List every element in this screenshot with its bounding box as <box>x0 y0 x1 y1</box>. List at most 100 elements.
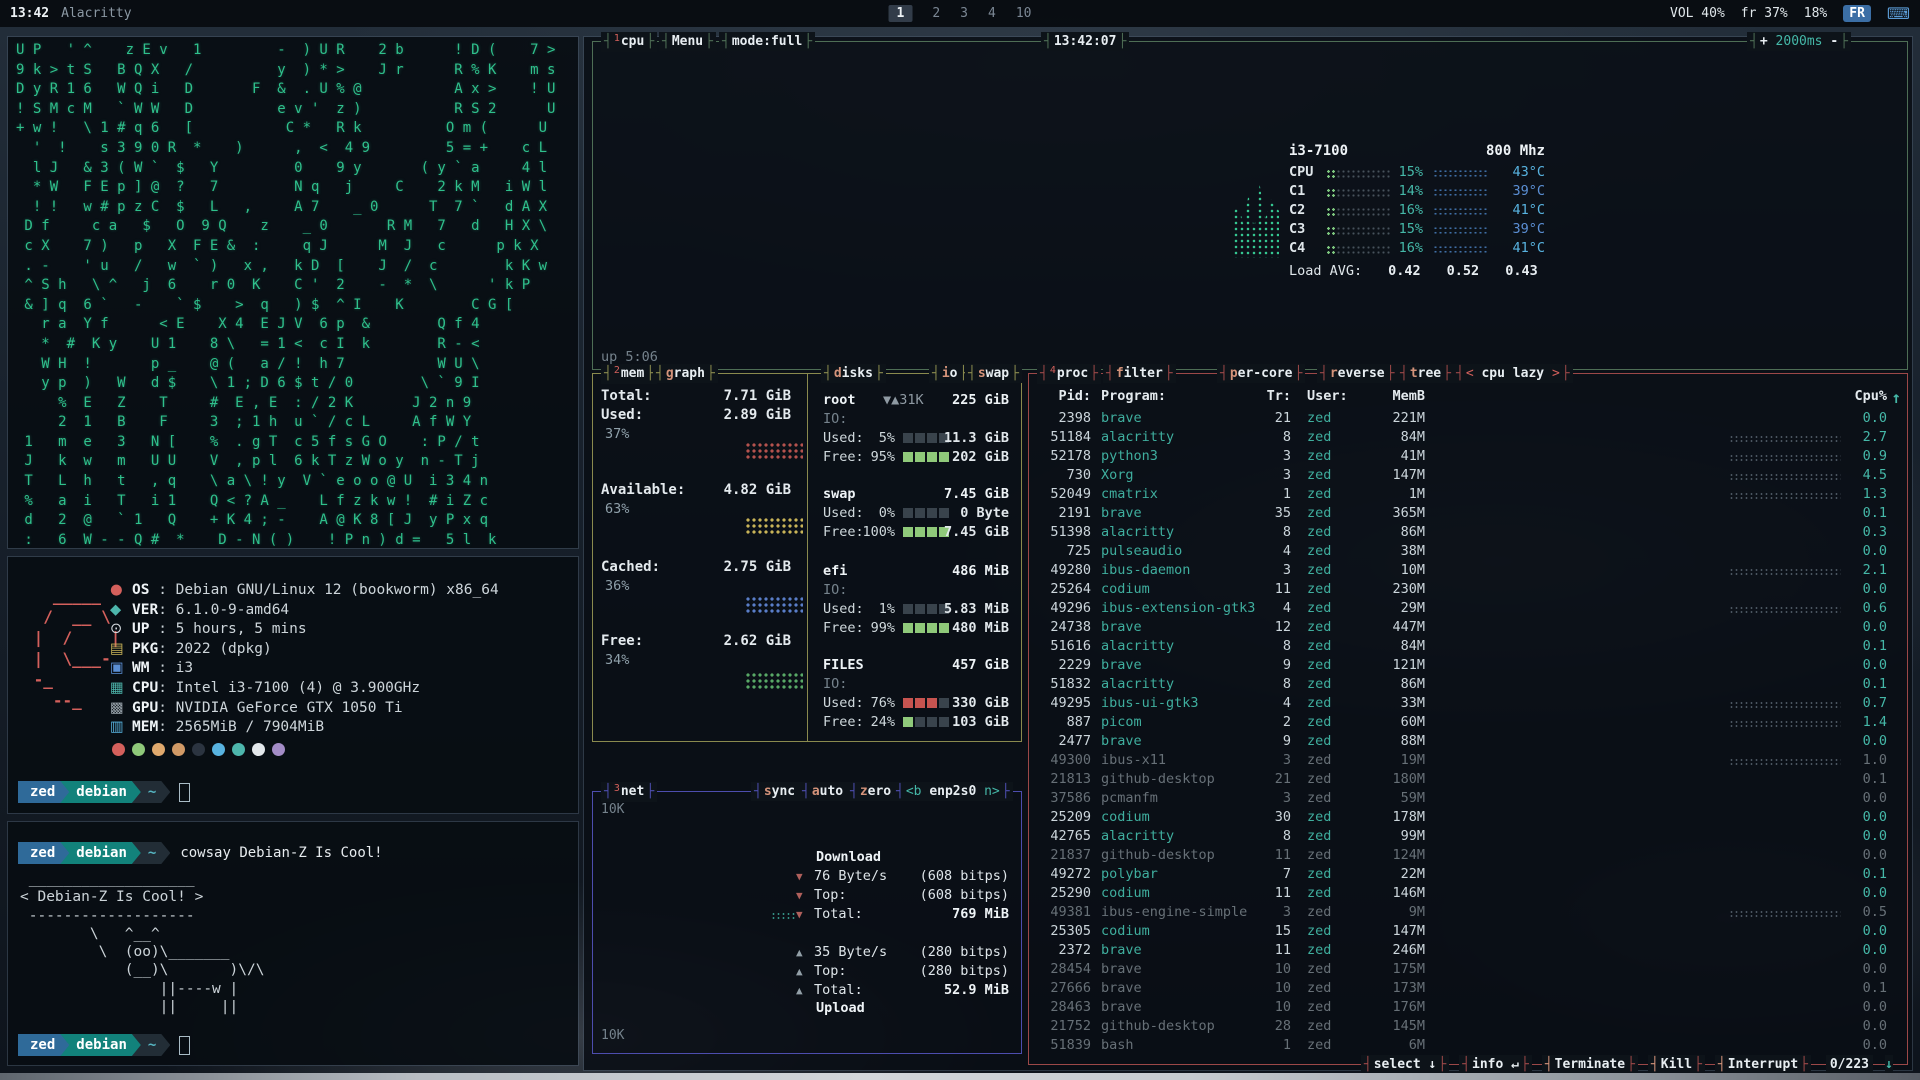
process-row[interactable]: 24738brave12zed447M0.0 <box>1029 619 1907 638</box>
disks-toggle[interactable]: disks <box>821 364 886 383</box>
disk-section: efi486 MiBIO:Used:1%5.83 MiBFree:99%480 … <box>593 563 1021 641</box>
cpu-box: 1cpu Menu mode:full 13:42:07 + 2000ms - … <box>592 41 1908 370</box>
download-row: ▼Total:769 MiB <box>593 906 1021 925</box>
per-core-toggle[interactable]: per-core <box>1217 364 1305 383</box>
upload-row: ▲35 Byte/s(280 bitps) <box>593 944 1021 963</box>
terminate-action[interactable]: Terminate <box>1542 1055 1638 1074</box>
command-text: cowsay Debian-Z Is Cool! <box>180 845 382 861</box>
os-icon: ● <box>110 581 132 601</box>
up-icon: ⊙ <box>110 620 132 640</box>
shell-prompt[interactable]: zeddebian~ <box>18 1034 190 1056</box>
swap-toggle[interactable]: swap <box>965 364 1022 383</box>
shell-prompt[interactable]: zeddebian~ <box>18 781 190 803</box>
workspace-2[interactable]: 2 <box>932 6 940 21</box>
load-average: Load AVG:0.420.520.43 <box>1289 263 1538 279</box>
process-row[interactable]: 52049cmatrix1zed1M1.3 <box>1029 486 1907 505</box>
process-row[interactable]: 49295ibus-ui-gtk34zed33M0.7 <box>1029 695 1907 714</box>
process-row[interactable]: 25264codium11zed230M0.0 <box>1029 581 1907 600</box>
process-table-header: Pid: Program: Tr: User: MemB Cpu% <box>1029 388 1907 407</box>
process-row[interactable]: 28454brave10zed175M0.0 <box>1029 961 1907 980</box>
top-bar: 13:42 Alacritty 123410 VOL 40%fr 37%18%F… <box>0 0 1920 27</box>
process-row[interactable]: 49280ibus-daemon3zed10M2.1 <box>1029 562 1907 581</box>
gpu-icon: ▩ <box>110 699 132 719</box>
process-row[interactable]: 51832alacritty8zed86M0.1 <box>1029 676 1907 695</box>
cpu-core-row: C114%39°C <box>593 183 1907 202</box>
workspace-4[interactable]: 4 <box>988 6 996 21</box>
process-row[interactable]: 28463brave10zed176M0.0 <box>1029 999 1907 1018</box>
btop-terminal[interactable]: 1cpu Menu mode:full 13:42:07 + 2000ms - … <box>584 37 1912 1070</box>
status-item[interactable]: FR <box>1843 5 1871 22</box>
sort-selector[interactable]: < cpu lazy > <box>1453 364 1573 383</box>
process-row[interactable]: 25209codium30zed178M0.0 <box>1029 809 1907 828</box>
workspace-10[interactable]: 10 <box>1016 6 1032 21</box>
process-row[interactable]: 725pulseaudio4zed38M0.0 <box>1029 543 1907 562</box>
tree-toggle[interactable]: tree <box>1397 364 1454 383</box>
interface-selector[interactable]: <b enp2s0 n> <box>893 782 1013 801</box>
process-row[interactable]: 2372brave11zed246M0.0 <box>1029 942 1907 961</box>
process-row[interactable]: 42765alacritty8zed99M0.0 <box>1029 828 1907 847</box>
process-row[interactable]: 49381ibus-engine-simple3zed9M0.5 <box>1029 904 1907 923</box>
sort-direction-icon[interactable]: ↑ <box>1891 388 1901 407</box>
workspace-3[interactable]: 3 <box>960 6 968 21</box>
fetch-terminal[interactable]: _____ / __ \ | / | | \___- -_ --_ ●OS : … <box>8 557 578 813</box>
cmatrix-terminal[interactable]: U P ' ^ z E v 1 - ) U R 2 b ! D ( 7 > 9 … <box>8 37 578 548</box>
disk-section: FILES457 GiBIO:Used:76%330 GiBFree:24%10… <box>593 657 1021 735</box>
process-row[interactable]: 37586pcmanfm3zed59M0.0 <box>1029 790 1907 809</box>
process-row[interactable]: 51839bash1zed6M0.0 <box>1029 1037 1907 1050</box>
update-interval-control[interactable]: + 2000ms - <box>1747 32 1851 51</box>
prompt-segment: zed <box>18 842 69 864</box>
net-scale-top: 10K <box>601 802 624 817</box>
status-indicators: VOL 40%fr 37%18%FR⌨ <box>1670 0 1910 27</box>
process-row[interactable]: 2477brave9zed88M0.0 <box>1029 733 1907 752</box>
prompt-segment: zed <box>18 1034 69 1056</box>
process-row[interactable]: 21752github-desktop28zed145M0.0 <box>1029 1018 1907 1037</box>
process-row[interactable]: 49300ibus-x113zed19M1.0 <box>1029 752 1907 771</box>
prompt-segment: debian <box>60 842 141 864</box>
filter-button[interactable]: filter <box>1103 364 1176 383</box>
process-row[interactable]: 49296ibus-extension-gtk34zed29M0.6 <box>1029 600 1907 619</box>
process-row[interactable]: 887picom2zed60M1.4 <box>1029 714 1907 733</box>
net-scale-bottom: 10K <box>601 1028 624 1043</box>
upload-row: ▲Top:(280 bitps) <box>593 963 1021 982</box>
reverse-toggle[interactable]: reverse <box>1317 364 1397 383</box>
process-row[interactable]: 2398brave21zed221M0.0 <box>1029 410 1907 429</box>
cpu-box-title: 1cpu <box>601 32 657 52</box>
palette-dot <box>192 743 205 756</box>
download-row: ▼Top:(608 bitps) <box>593 887 1021 906</box>
palette-dot <box>232 743 245 756</box>
cowsay-terminal[interactable]: zeddebian~ cowsay Debian-Z Is Cool! ____… <box>8 822 578 1065</box>
info-line: ▦CPU: Intel i3-7100 (4) @ 3.900GHz <box>110 679 499 699</box>
download-label: Download <box>816 849 881 865</box>
process-row[interactable]: 27666brave10zed173M0.1 <box>1029 980 1907 999</box>
mode-toggle[interactable]: mode:full <box>719 32 815 51</box>
process-row[interactable]: 51398alacritty8zed86M0.3 <box>1029 524 1907 543</box>
kill-action[interactable]: Kill <box>1648 1055 1705 1074</box>
graph-toggle[interactable]: graph <box>653 364 718 383</box>
wm-icon: ▣ <box>110 659 132 679</box>
process-row[interactable]: 21813github-desktop21zed180M0.1 <box>1029 771 1907 790</box>
info-action[interactable]: info ↵ <box>1459 1055 1532 1074</box>
process-row[interactable]: 51184alacritty8zed84M2.7 <box>1029 429 1907 448</box>
process-row[interactable]: 2191brave35zed365M0.1 <box>1029 505 1907 524</box>
process-row[interactable]: 49272polybar7zed22M0.1 <box>1029 866 1907 885</box>
interrupt-action[interactable]: Interrupt <box>1715 1055 1811 1074</box>
process-row[interactable]: 25290codium11zed146M0.0 <box>1029 885 1907 904</box>
keyboard-icon[interactable]: ⌨ <box>1887 4 1910 23</box>
menu-button[interactable]: Menu <box>659 32 716 51</box>
workspace-1[interactable]: 1 <box>889 5 913 22</box>
select-action[interactable]: select ↓ <box>1361 1055 1449 1074</box>
process-row[interactable]: 25305codium15zed147M0.0 <box>1029 923 1907 942</box>
process-box: 4proc filter per-core reverse tree < cpu… <box>1028 373 1908 1065</box>
prompt-segment: debian <box>60 1034 141 1056</box>
disk-section: root▼▲31K225 GiBIO:Used:5%11.3 GiBFree:9… <box>593 392 1021 470</box>
process-row[interactable]: 52178python33zed41M0.9 <box>1029 448 1907 467</box>
process-row[interactable]: 21837github-desktop11zed124M0.0 <box>1029 847 1907 866</box>
scroll-down-icon[interactable]: ↓ <box>1885 1055 1893 1074</box>
process-row[interactable]: 730Xorg3zed147M4.5 <box>1029 467 1907 486</box>
process-row[interactable]: 2229brave9zed121M0.0 <box>1029 657 1907 676</box>
ver-icon: ◆ <box>110 601 132 621</box>
mem-box-title: 2mem <box>601 364 657 384</box>
process-row[interactable]: 51616alacritty8zed84M0.1 <box>1029 638 1907 657</box>
palette-dot <box>112 743 125 756</box>
process-count: 0/223 <box>1826 1055 1873 1074</box>
